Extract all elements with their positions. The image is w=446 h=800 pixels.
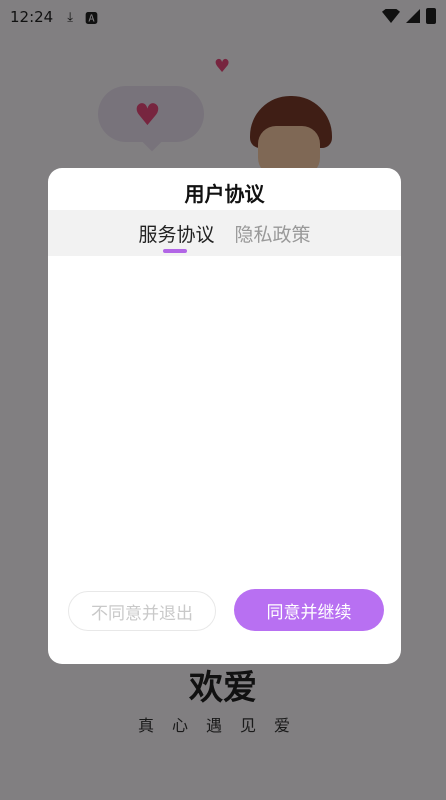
dialog-title: 用户协议	[184, 182, 265, 206]
tab-privacy-policy[interactable]: 隐私政策	[233, 220, 313, 247]
agreement-content-area[interactable]	[48, 256, 401, 576]
user-agreement-dialog: 用户协议 服务协议 隐私政策 不同意并退出 同意并继续	[48, 168, 401, 664]
tab-privacy-policy-label: 隐私政策	[234, 223, 311, 246]
tab-service-agreement[interactable]: 服务协议	[136, 220, 216, 253]
agree-continue-button[interactable]: 同意并继续	[234, 589, 384, 631]
tab-service-agreement-label: 服务协议	[138, 223, 215, 246]
disagree-exit-button[interactable]: 不同意并退出	[68, 591, 216, 631]
active-tab-indicator	[163, 248, 188, 253]
agreement-tabs: 服务协议 隐私政策	[48, 210, 401, 256]
